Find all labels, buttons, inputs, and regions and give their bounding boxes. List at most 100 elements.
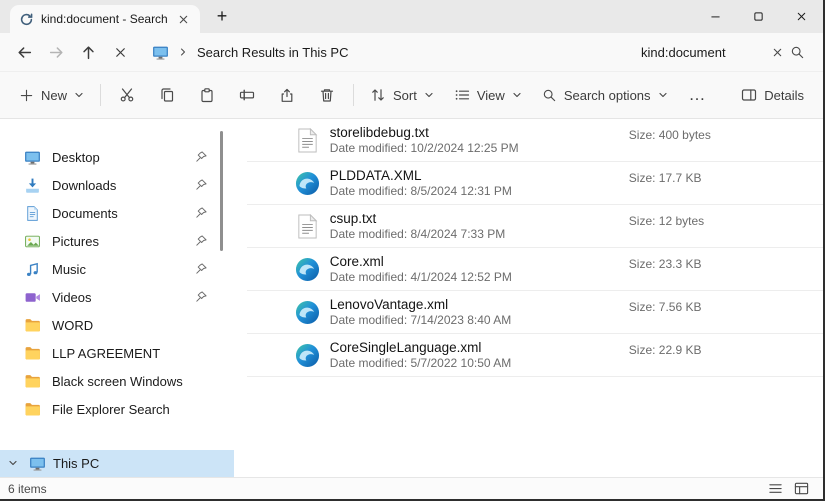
sidebar-item-file-explorer-search[interactable]: File Explorer Search <box>0 395 234 423</box>
new-tab-button[interactable]: + <box>208 4 236 30</box>
new-plus-icon <box>19 88 34 103</box>
sort-button-label: Sort <box>393 88 417 103</box>
search-box[interactable] <box>633 37 813 67</box>
sort-button[interactable]: Sort <box>361 80 443 110</box>
minimize-button[interactable] <box>694 0 737 33</box>
txt-file-icon <box>295 214 320 239</box>
sidebar-item-label: LLP AGREEMENT <box>52 346 160 361</box>
details-pane-button[interactable]: Details <box>732 80 813 110</box>
details-view-icon[interactable] <box>794 481 809 496</box>
this-pc-icon <box>29 455 46 472</box>
forward-button[interactable] <box>40 36 72 68</box>
sidebar-item-llp-agreement[interactable]: LLP AGREEMENT <box>0 339 234 367</box>
address-bar[interactable]: Search Results in This PC <box>142 37 627 67</box>
delete-button[interactable] <box>308 80 346 110</box>
sidebar-item-label: Desktop <box>52 150 100 165</box>
file-date: Date modified: 5/7/2022 10:50 AM <box>330 356 823 371</box>
file-row[interactable]: Core.xml Date modified: 4/1/2024 12:52 P… <box>247 248 823 291</box>
view-button-label: View <box>477 88 505 103</box>
stop-refresh-button[interactable] <box>104 36 136 68</box>
file-name: Core.xml <box>330 253 823 270</box>
chevron-right-icon[interactable] <box>177 46 189 58</box>
status-bar: 6 items <box>0 477 823 499</box>
window-controls <box>694 0 823 33</box>
pictures-icon <box>24 233 41 250</box>
folder-icon <box>24 401 41 418</box>
sidebar-item-downloads[interactable]: Downloads <box>0 171 234 199</box>
up-button[interactable] <box>72 36 104 68</box>
view-icon <box>454 87 470 103</box>
sidebar-item-pictures[interactable]: Pictures <box>0 227 234 255</box>
sidebar-item-label: Videos <box>52 290 92 305</box>
xml-file-icon <box>295 300 320 325</box>
file-name: CoreSingleLanguage.xml <box>330 339 823 356</box>
search-input[interactable] <box>641 45 765 60</box>
pin-icon <box>194 290 208 304</box>
file-row[interactable]: storelibdebug.txt Date modified: 10/2/20… <box>247 119 823 162</box>
pin-icon <box>194 262 208 276</box>
tab-search-result[interactable]: kind:document - Search Result <box>10 5 200 33</box>
share-button[interactable] <box>268 80 306 110</box>
sidebar-scrollbar[interactable] <box>220 131 223 251</box>
search-results-tab-icon <box>19 12 34 27</box>
file-size: Size: 22.9 KB <box>629 343 702 357</box>
close-button[interactable] <box>780 0 823 33</box>
chevron-down-icon <box>424 90 434 100</box>
navigation-bar: Search Results in This PC <box>0 33 823 72</box>
sidebar-item-videos[interactable]: Videos <box>0 283 234 311</box>
sidebar-item-desktop[interactable]: Desktop <box>0 143 234 171</box>
sidebar-item-label: Documents <box>52 206 118 221</box>
chevron-down-icon <box>658 90 668 100</box>
file-row[interactable]: csup.txt Date modified: 8/4/2024 7:33 PM… <box>247 205 823 248</box>
sidebar-item-black-screen-windows[interactable]: Black screen Windows <box>0 367 234 395</box>
new-button[interactable]: New <box>10 81 93 110</box>
toolbar-divider <box>100 84 101 106</box>
new-button-label: New <box>41 88 67 103</box>
chevron-down-icon <box>512 90 522 100</box>
tab-close-icon[interactable] <box>175 11 191 27</box>
pin-icon <box>194 150 208 164</box>
sidebar-item-word[interactable]: WORD <box>0 311 234 339</box>
file-size: Size: 23.3 KB <box>629 257 702 271</box>
file-row[interactable]: PLDDATA.XML Date modified: 8/5/2024 12:3… <box>247 162 823 205</box>
file-name: LenovoVantage.xml <box>330 296 823 313</box>
back-button[interactable] <box>8 36 40 68</box>
file-size: Size: 400 bytes <box>629 128 711 142</box>
sidebar-item-label: Pictures <box>52 234 99 249</box>
file-row[interactable]: CoreSingleLanguage.xml Date modified: 5/… <box>247 334 823 377</box>
folder-icon <box>24 317 41 334</box>
sidebar-item-label: Music <box>52 262 86 277</box>
content-area: Desktop Downloads Documents Pictures Mus… <box>0 119 823 477</box>
music-icon <box>24 261 41 278</box>
chevron-down-icon[interactable] <box>8 458 20 470</box>
sidebar-item-music[interactable]: Music <box>0 255 234 283</box>
desktop-icon <box>24 149 41 166</box>
search-options-icon <box>542 88 557 103</box>
file-list: storelibdebug.txt Date modified: 10/2/20… <box>234 119 823 477</box>
maximize-button[interactable] <box>737 0 780 33</box>
file-date: Date modified: 7/14/2023 8:40 AM <box>330 313 823 328</box>
copy-button[interactable] <box>148 80 186 110</box>
file-name: PLDDATA.XML <box>330 167 823 184</box>
paste-button[interactable] <box>188 80 226 110</box>
file-date: Date modified: 8/4/2024 7:33 PM <box>330 227 823 242</box>
file-name: csup.txt <box>330 210 823 227</box>
sidebar-item-documents[interactable]: Documents <box>0 199 234 227</box>
search-options-button[interactable]: Search options <box>533 81 677 110</box>
search-icon[interactable] <box>790 45 805 60</box>
videos-icon <box>24 289 41 306</box>
sidebar-item-this-pc[interactable]: This PC <box>0 450 234 477</box>
view-button[interactable]: View <box>445 80 531 110</box>
clear-search-icon[interactable] <box>772 47 783 58</box>
command-toolbar: New Sort View Search options … Detai <box>0 72 823 119</box>
sidebar-item-label: Black screen Windows <box>52 374 183 389</box>
sidebar-list: Desktop Downloads Documents Pictures Mus… <box>0 143 234 423</box>
sidebar-item-label: Downloads <box>52 178 116 193</box>
rename-button[interactable] <box>228 80 266 110</box>
file-row[interactable]: LenovoVantage.xml Date modified: 7/14/20… <box>247 291 823 334</box>
list-view-icon[interactable] <box>768 481 783 496</box>
more-options-button[interactable]: … <box>679 83 717 107</box>
pin-icon <box>194 178 208 192</box>
chevron-down-icon <box>74 90 84 100</box>
cut-button[interactable] <box>108 80 146 110</box>
